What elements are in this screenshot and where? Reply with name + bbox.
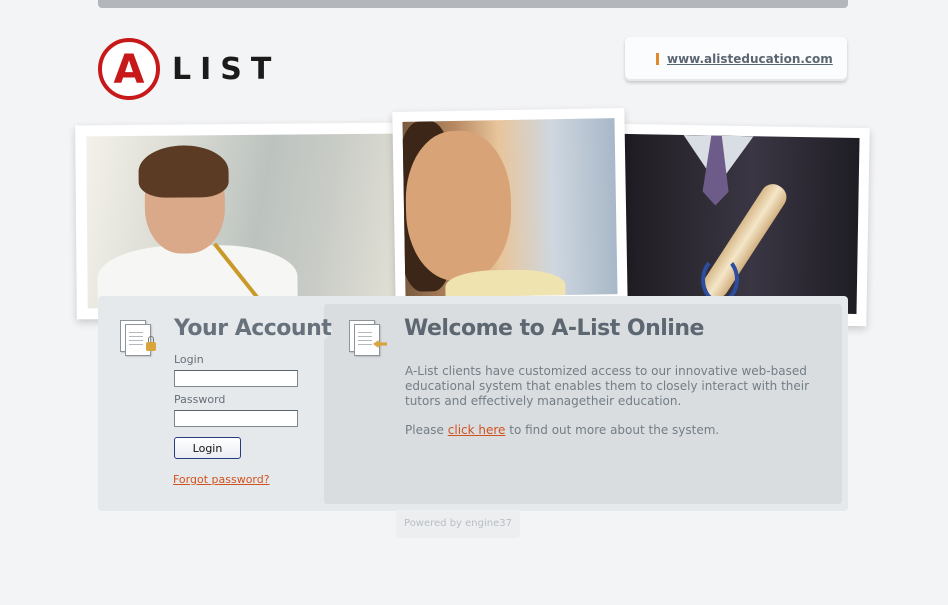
login-input[interactable]	[174, 370, 298, 387]
logo-letter: A	[113, 47, 145, 93]
password-label: Password	[174, 393, 226, 406]
click-here-link[interactable]: click here	[448, 423, 506, 437]
logo-circle-icon: A	[98, 38, 160, 100]
more-prefix: Please	[405, 423, 448, 437]
website-pill: www.alisteducation.com	[625, 37, 847, 81]
login-label: Login	[174, 353, 204, 366]
top-bar	[98, 0, 848, 8]
smiling-girl-photo	[392, 107, 628, 309]
logo-wordmark: LIST	[172, 51, 281, 87]
forgot-password-link[interactable]: Forgot password?	[173, 473, 270, 486]
secure-document-icon	[120, 320, 156, 356]
welcome-more-info: Please click here to find out more about…	[405, 423, 719, 437]
welcome-description: A-List clients have customized access to…	[405, 364, 810, 408]
login-button[interactable]: Login	[174, 437, 241, 459]
more-suffix: to find out more about the system.	[505, 423, 720, 437]
student-with-pencil-photo	[75, 122, 407, 320]
welcome-title: Welcome to A-List Online	[404, 316, 704, 341]
your-account-title: Your Account	[174, 316, 332, 341]
lock-icon	[146, 336, 156, 351]
a-list-logo[interactable]: A LIST	[98, 38, 280, 100]
website-divider	[656, 53, 659, 65]
document-arrow-icon	[349, 320, 387, 356]
website-link[interactable]: www.alisteducation.com	[667, 52, 833, 66]
powered-by-footer: Powered by engine37	[396, 510, 520, 538]
password-input[interactable]	[174, 410, 298, 427]
